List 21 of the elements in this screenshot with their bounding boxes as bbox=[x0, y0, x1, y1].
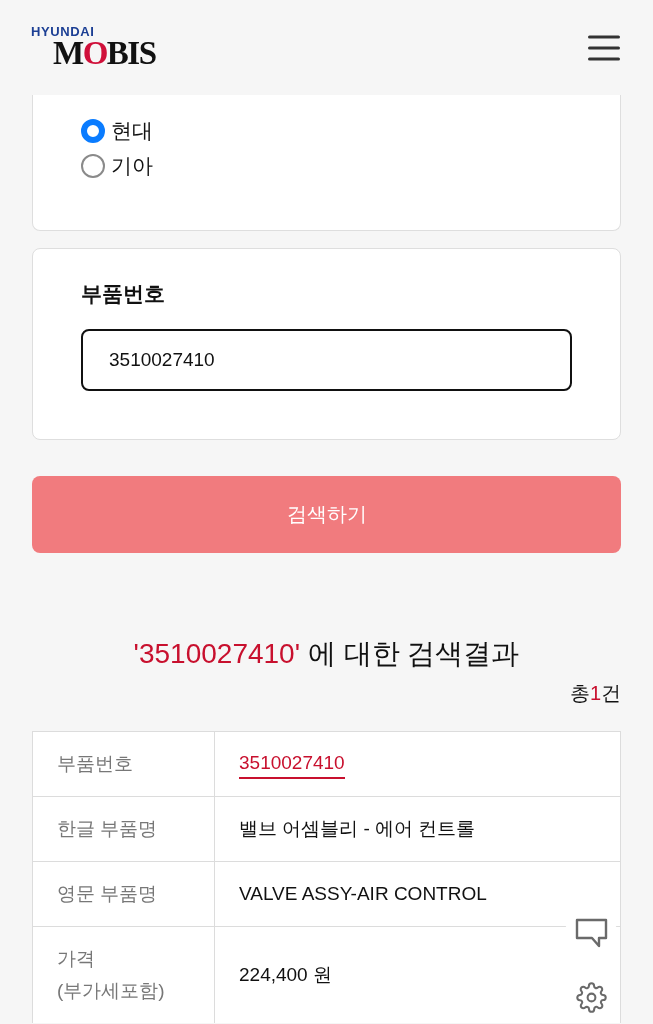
value-text: 밸브 어셈블리 - 에어 컨트롤 bbox=[239, 817, 476, 841]
label-cell: 한글 부품명 bbox=[33, 797, 215, 861]
settings-icon bbox=[575, 981, 607, 1013]
logo-brand-text[interactable]: HYUNDAI bbox=[31, 25, 95, 38]
part-number-input[interactable]: 3510027410 bbox=[81, 329, 572, 391]
chat-bubble-icon bbox=[574, 918, 608, 948]
logo-wordmark[interactable]: MOBIS bbox=[53, 38, 156, 68]
radio-label[interactable]: 현대 bbox=[111, 119, 153, 143]
result-count: 총1건 bbox=[569, 681, 621, 706]
field-label: 부품번호 bbox=[81, 281, 165, 307]
label-cell: 영문 부품명 bbox=[33, 862, 215, 926]
label-cell: 가격 (부가세포함) bbox=[33, 927, 215, 1023]
menu-icon[interactable] bbox=[588, 35, 620, 61]
results-heading: '3510027410' 에 대한 검색결과 bbox=[132, 637, 521, 671]
value-text: 224,400 원 bbox=[239, 963, 332, 987]
label-cell: 부품번호 bbox=[33, 732, 215, 796]
radio-label[interactable]: 기아 bbox=[111, 154, 153, 178]
radio-button[interactable] bbox=[81, 154, 105, 178]
value-text: VALVE ASSY-AIR CONTROL bbox=[239, 882, 487, 906]
part-number-link[interactable]: 3510027410 bbox=[239, 749, 345, 779]
radio-button[interactable] bbox=[81, 119, 105, 143]
